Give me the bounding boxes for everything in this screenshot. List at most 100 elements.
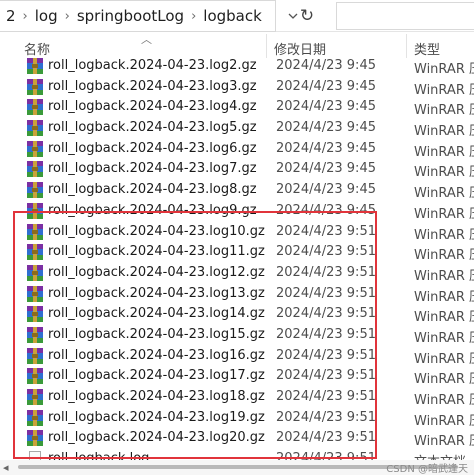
file-name: roll_logback.2024-04-23.log11.gz — [48, 244, 265, 260]
file-type: WinRAR 压 — [414, 372, 474, 388]
file-type: WinRAR 压 — [414, 227, 474, 243]
file-date: 2024/4/23 9:45 — [276, 182, 376, 198]
file-name: roll_logback.2024-04-23.log10.gz — [48, 223, 265, 239]
file-row[interactable]: roll_logback.2024-04-23.log20.gz 2024/4/… — [0, 428, 474, 449]
winrar-archive-icon — [27, 389, 43, 405]
winrar-archive-icon — [27, 78, 43, 95]
breadcrumb-item-logback[interactable]: logback — [201, 7, 264, 25]
breadcrumb-separator-icon[interactable]: › — [18, 9, 33, 24]
file-type: WinRAR 压 — [414, 103, 474, 119]
column-header-row: ︿ 名称 修改日期 类型 — [0, 33, 474, 58]
address-bar: 2 › log › springbootLog › logback ↻ — [0, 0, 474, 32]
file-date: 2024/4/23 9:45 — [276, 99, 376, 115]
file-type: WinRAR 压 — [414, 393, 474, 408]
breadcrumb-item-springbootlog[interactable]: springbootLog — [75, 7, 186, 25]
file-row[interactable]: roll_logback.2024-04-23.log17.gz 2024/4/… — [0, 366, 474, 387]
file-type: WinRAR 压 — [414, 289, 474, 305]
file-date: 2024/4/23 9:51 — [276, 306, 376, 322]
file-row[interactable]: roll_logback.2024-04-23.log6.gz 2024/4/2… — [0, 139, 474, 160]
file-type: WinRAR 压 — [414, 206, 474, 222]
file-row[interactable]: roll_logback.2024-04-23.log14.gz 2024/4/… — [0, 304, 474, 325]
file-row[interactable]: roll_logback.2024-04-23.log2.gz 2024/4/2… — [0, 56, 474, 77]
file-name: roll_logback.2024-04-23.log13.gz — [48, 285, 265, 301]
file-row[interactable]: roll_logback.2024-04-23.log9.gz 2024/4/2… — [0, 201, 474, 222]
file-date: 2024/4/23 9:51 — [276, 244, 376, 260]
file-list: roll_logback.2024-04-23.log2.gz 2024/4/2… — [0, 56, 474, 470]
file-date: 2024/4/23 9:51 — [276, 285, 376, 301]
file-name: roll_logback.2024-04-23.log7.gz — [48, 161, 257, 177]
winrar-archive-icon — [27, 99, 43, 116]
file-row[interactable]: roll_logback.2024-04-23.log11.gz 2024/4/… — [0, 242, 474, 263]
file-row[interactable]: roll_logback.2024-04-23.log5.gz 2024/4/2… — [0, 118, 474, 139]
file-name: roll_logback.2024-04-23.log4.gz — [48, 99, 257, 115]
column-divider[interactable] — [406, 34, 407, 58]
file-name: roll_logback.2024-04-23.log8.gz — [48, 182, 257, 198]
refresh-icon[interactable]: ↻ — [290, 0, 324, 32]
file-row[interactable]: roll_logback.2024-04-23.log8.gz 2024/4/2… — [0, 180, 474, 201]
file-type: WinRAR 压 — [414, 268, 474, 284]
breadcrumb-item-root[interactable]: 2 — [4, 7, 18, 25]
winrar-archive-icon — [27, 244, 43, 261]
file-row[interactable]: roll_logback.2024-04-23.log15.gz 2024/4/… — [0, 325, 474, 346]
file-name: roll_logback.2024-04-23.log18.gz — [48, 389, 265, 404]
file-name: roll_logback.2024-04-23.log15.gz — [48, 326, 265, 342]
file-row[interactable]: roll_logback.2024-04-23.log10.gz 2024/4/… — [0, 222, 474, 243]
watermark: CSDN @暗武逢天 — [386, 464, 468, 475]
file-type: WinRAR 压 — [414, 413, 474, 429]
winrar-archive-icon — [27, 161, 43, 178]
file-name: roll_logback.2024-04-23.log5.gz — [48, 120, 257, 136]
file-date: 2024/4/23 9:45 — [276, 161, 376, 177]
file-row[interactable]: roll_logback.2024-04-23.log13.gz 2024/4/… — [0, 284, 474, 305]
winrar-archive-icon — [27, 306, 43, 323]
file-type: WinRAR 压 — [414, 186, 474, 202]
search-box[interactable] — [336, 2, 474, 30]
file-row[interactable]: roll_logback.2024-04-23.log7.gz 2024/4/2… — [0, 159, 474, 180]
file-name: roll_logback.2024-04-23.log9.gz — [48, 202, 257, 218]
breadcrumb-item-log[interactable]: log — [33, 7, 60, 25]
file-name: roll_logback.2024-04-23.log12.gz — [48, 264, 265, 280]
file-date: 2024/4/23 9:51 — [276, 368, 376, 384]
file-type: WinRAR 压 — [414, 351, 474, 367]
file-date: 2024/4/23 9:51 — [276, 409, 376, 425]
file-row[interactable]: roll_logback.2024-04-23.log4.gz 2024/4/2… — [0, 97, 474, 118]
file-type: WinRAR 压 — [414, 82, 474, 98]
winrar-archive-icon — [27, 223, 43, 240]
file-row[interactable]: roll_logback.2024-04-23.log16.gz 2024/4/… — [0, 346, 474, 367]
file-date: 2024/4/23 9:45 — [276, 58, 376, 73]
scroll-left-icon[interactable]: ◂ — [3, 461, 9, 474]
file-date: 2024/4/23 9:51 — [276, 223, 376, 239]
file-row[interactable]: roll_logback.2024-04-23.log18.gz 2024/4/… — [0, 387, 474, 408]
breadcrumb[interactable]: 2 › log › springbootLog › logback — [0, 0, 276, 32]
file-name: roll_logback.2024-04-23.log2.gz — [48, 58, 257, 73]
file-date: 2024/4/23 9:45 — [276, 120, 376, 136]
file-type: WinRAR 压 — [414, 124, 474, 140]
file-type: WinRAR 压 — [414, 62, 474, 77]
winrar-archive-icon — [27, 285, 43, 302]
file-type: WinRAR 压 — [414, 144, 474, 160]
winrar-archive-icon — [27, 120, 43, 137]
winrar-archive-icon — [27, 368, 43, 385]
winrar-archive-icon — [27, 264, 43, 281]
column-divider[interactable] — [266, 34, 267, 58]
file-row[interactable]: roll_logback.2024-04-23.log19.gz 2024/4/… — [0, 408, 474, 429]
winrar-archive-icon — [27, 140, 43, 157]
winrar-archive-icon — [27, 430, 43, 447]
winrar-archive-icon — [27, 347, 43, 364]
file-date: 2024/4/23 9:51 — [276, 264, 376, 280]
file-type: WinRAR 压 — [414, 434, 474, 450]
file-name: roll_logback.2024-04-23.log6.gz — [48, 140, 257, 156]
file-type: WinRAR 压 — [414, 165, 474, 181]
breadcrumb-separator-icon[interactable]: › — [60, 9, 75, 24]
file-type: WinRAR 压 — [414, 310, 474, 326]
winrar-archive-icon — [27, 58, 43, 74]
file-name: roll_logback.2024-04-23.log17.gz — [48, 368, 265, 384]
file-date: 2024/4/23 9:51 — [276, 430, 376, 446]
file-name: roll_logback.2024-04-23.log20.gz — [48, 430, 265, 446]
file-type: WinRAR 压 — [414, 248, 474, 264]
breadcrumb-separator-icon[interactable]: › — [186, 9, 201, 24]
file-date: 2024/4/23 9:45 — [276, 78, 376, 94]
file-row[interactable]: roll_logback.2024-04-23.log12.gz 2024/4/… — [0, 263, 474, 284]
file-row[interactable]: roll_logback.2024-04-23.log3.gz 2024/4/2… — [0, 77, 474, 98]
file-date: 2024/4/23 9:51 — [276, 326, 376, 342]
file-date: 2024/4/23 9:45 — [276, 202, 376, 218]
